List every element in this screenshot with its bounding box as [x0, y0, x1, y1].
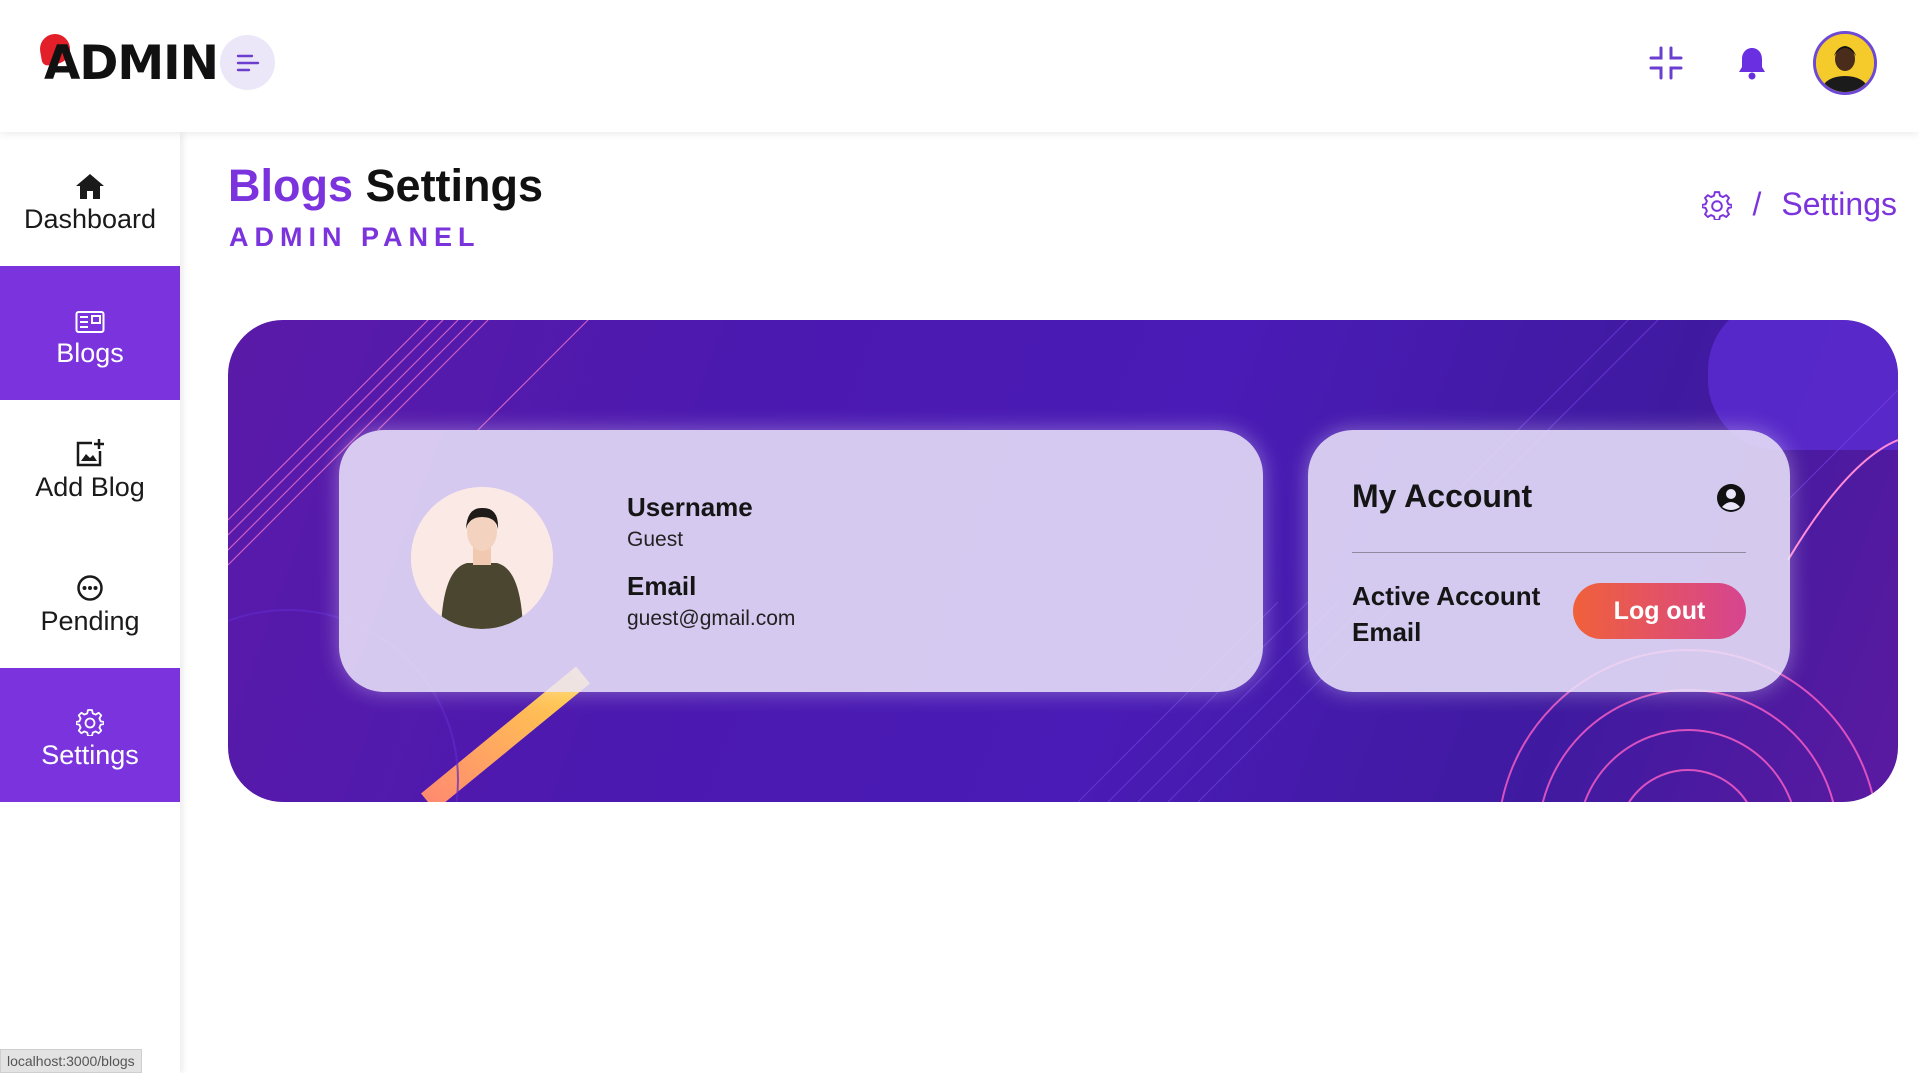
breadcrumb-separator: /	[1752, 186, 1762, 222]
sidebar-item-label: Dashboard	[23, 203, 157, 234]
sidebar-item-add-blog[interactable]: Add Blog	[0, 400, 180, 534]
menu-lines-icon	[236, 54, 259, 71]
gear-icon	[1702, 190, 1733, 220]
email-value: guest@gmail.com	[627, 607, 796, 630]
account-title: My Account	[1352, 478, 1533, 514]
page-title-rest: Settings	[365, 160, 544, 211]
user-photo-icon	[1816, 34, 1874, 92]
logo-text: ADMIN	[44, 36, 219, 91]
fullscreen-exit-icon	[1649, 46, 1683, 80]
account-status-text: Active Account Email	[1352, 581, 1541, 647]
profile-avatar	[411, 487, 553, 629]
sidebar-item-dashboard[interactable]: Dashboard	[0, 132, 180, 266]
breadcrumb-current: Settings	[1781, 186, 1897, 222]
email-label: Email	[627, 571, 697, 601]
page-title: Blogs Settings	[228, 160, 543, 212]
sidebar-item-pending[interactable]: Pending	[0, 534, 180, 668]
account-card: My Account Active Account Email Log out	[1308, 430, 1790, 692]
bell-icon	[1739, 48, 1765, 80]
pending-icon	[77, 574, 103, 601]
sidebar-item-label: Settings	[41, 739, 139, 770]
sidebar: Dashboard Blogs Add Blog Pending Setting…	[0, 132, 180, 1073]
page-title-accent: Blogs	[228, 160, 354, 211]
notifications-button[interactable]	[1727, 38, 1777, 88]
home-icon	[76, 173, 104, 199]
user-avatar[interactable]	[1813, 31, 1877, 95]
top-header: ADMIN	[0, 0, 1919, 132]
header-actions	[1641, 30, 1877, 96]
settings-banner: Username Guest Email guest@gmail.com My …	[228, 320, 1898, 802]
fullscreen-exit-button[interactable]	[1641, 38, 1691, 88]
sidebar-item-label: Blogs	[56, 337, 124, 368]
sidebar-item-label: Add Blog	[35, 471, 145, 502]
profile-card: Username Guest Email guest@gmail.com	[339, 430, 1263, 692]
logout-button[interactable]: Log out	[1573, 583, 1746, 639]
status-bar-url: localhost:3000/blogs	[0, 1049, 142, 1073]
sidebar-item-label: Pending	[40, 605, 140, 636]
gear-icon	[76, 708, 104, 736]
account-divider	[1352, 552, 1746, 553]
page-subtitle: ADMIN PANEL	[229, 222, 481, 252]
breadcrumb: / Settings	[1702, 186, 1897, 223]
user-circle-icon	[1717, 484, 1745, 512]
add-image-icon	[76, 438, 104, 466]
newspaper-icon	[75, 310, 105, 333]
username-value: Guest	[627, 528, 684, 551]
username-label: Username	[627, 492, 753, 522]
menu-toggle-button[interactable]	[220, 35, 275, 90]
person-avatar-icon	[411, 487, 553, 629]
sidebar-item-settings[interactable]: Settings	[0, 668, 180, 802]
breadcrumb-settings-link[interactable]	[1702, 190, 1733, 220]
sidebar-item-blogs[interactable]: Blogs	[0, 266, 180, 400]
